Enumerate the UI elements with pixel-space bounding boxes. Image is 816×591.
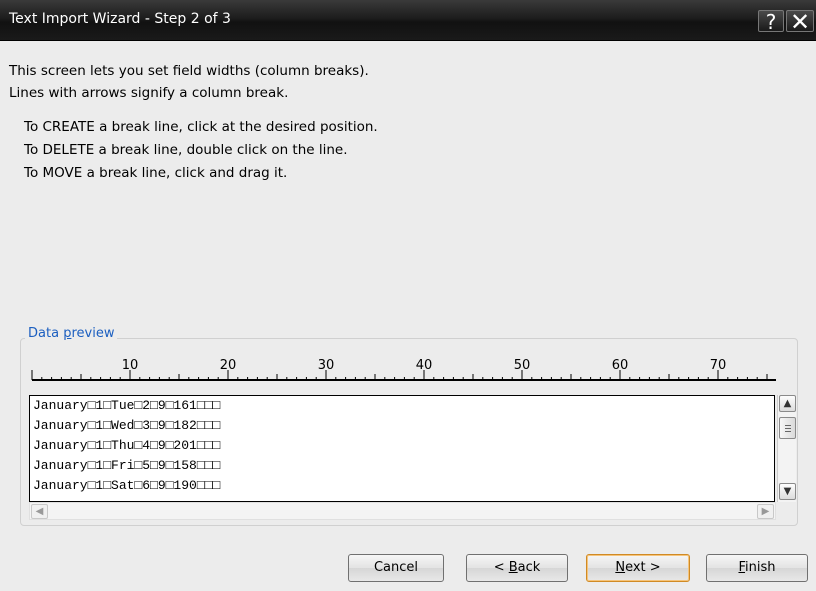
preview-row: January□1□Fri□5□9□158□□□ xyxy=(33,458,221,473)
preview-row: January□1□Thu□4□9□201□□□ xyxy=(33,438,221,453)
grip-line xyxy=(785,425,791,426)
title-bar[interactable]: Text Import Wizard - Step 2 of 3 ? ✕ xyxy=(0,0,816,41)
preview-row: January□1□Sat□6□9□190□□□ xyxy=(33,478,221,493)
grip-line xyxy=(785,428,791,429)
instruction-create: To CREATE a break line, click at the des… xyxy=(24,119,378,135)
back-button-accesskey: B xyxy=(508,560,518,575)
finish-button-rest: inish xyxy=(745,560,776,575)
next-button-rest: ext > xyxy=(625,560,661,575)
help-button[interactable]: ? xyxy=(758,10,784,33)
scroll-left-arrow-icon[interactable]: ◀ xyxy=(31,504,48,519)
ruler-tick-label: 20 xyxy=(220,358,237,373)
instruction-field-widths: This screen lets you set field widths (c… xyxy=(9,63,369,79)
ruler-scale[interactable]: 10 20 30 40 50 60 70 xyxy=(31,355,776,385)
vertical-scrollbar[interactable]: ▲ ▼ xyxy=(777,395,796,502)
ruler-tick-label: 30 xyxy=(318,358,335,373)
next-button-accesskey: N xyxy=(615,560,626,575)
data-preview-label-end: review xyxy=(71,326,115,341)
vertical-scroll-thumb[interactable] xyxy=(779,417,796,439)
scroll-down-arrow-icon[interactable]: ▼ xyxy=(779,483,796,500)
ruler-tick-label: 10 xyxy=(122,358,139,373)
ruler-tick-label: 50 xyxy=(514,358,531,373)
preview-row: January□1□Wed□3□9□182□□□ xyxy=(33,418,221,433)
instruction-arrows: Lines with arrows signify a column break… xyxy=(9,85,289,101)
back-button[interactable]: < Back xyxy=(466,554,568,582)
ruler-tick-label: 40 xyxy=(416,358,433,373)
finish-button[interactable]: Finish xyxy=(706,554,808,582)
instruction-move: To MOVE a break line, click and drag it. xyxy=(24,165,288,181)
preview-row: January□1□Tue□2□9□161□□□ xyxy=(33,398,221,413)
ruler-tick-label: 60 xyxy=(612,358,629,373)
data-preview-label: Data preview xyxy=(25,326,118,341)
grip-line xyxy=(785,431,791,432)
cancel-button[interactable]: Cancel xyxy=(348,554,444,582)
window-title: Text Import Wizard - Step 2 of 3 xyxy=(9,11,231,27)
horizontal-scrollbar[interactable]: ◀ ▶ xyxy=(29,502,776,520)
data-preview-label-start: Data xyxy=(28,326,64,341)
instruction-delete: To DELETE a break line, double click on … xyxy=(24,142,348,158)
ruler-tick-label: 70 xyxy=(710,358,727,373)
column-ruler[interactable]: 10 20 30 40 50 60 70 xyxy=(31,355,776,385)
close-button[interactable]: ✕ xyxy=(786,10,814,34)
scroll-up-arrow-icon[interactable]: ▲ xyxy=(779,395,796,412)
text-import-wizard-dialog: Text Import Wizard - Step 2 of 3 ? ✕ Thi… xyxy=(0,0,816,591)
data-preview-pane[interactable]: January□1□Tue□2□9□161□□□ January□1□Wed□3□… xyxy=(29,395,775,502)
back-button-rest: ack xyxy=(517,560,541,575)
scroll-right-arrow-icon[interactable]: ▶ xyxy=(757,504,774,519)
back-button-prefix: < xyxy=(493,560,509,575)
next-button[interactable]: Next > xyxy=(586,554,690,582)
